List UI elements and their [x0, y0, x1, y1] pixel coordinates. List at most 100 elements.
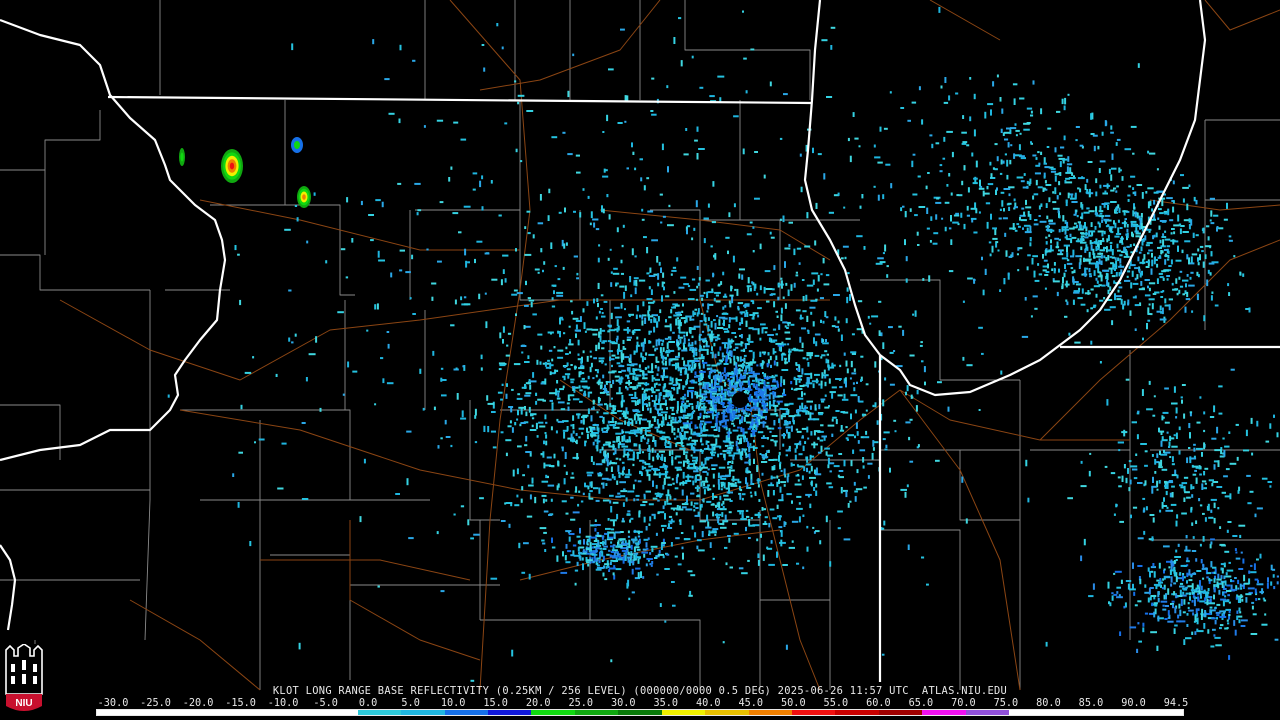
echo-pixel	[1158, 272, 1163, 275]
echo-pixel	[826, 96, 833, 98]
echo-pixel	[1141, 192, 1144, 199]
echo-pixel	[975, 208, 978, 214]
echo-pixel	[1178, 289, 1181, 294]
echo-pixel	[1248, 570, 1251, 574]
echo-pixel	[817, 437, 820, 440]
echo-pixel	[1111, 153, 1114, 160]
echo-pixel	[867, 475, 870, 479]
echo-pixel	[719, 523, 725, 525]
echo-pixel	[505, 452, 508, 457]
echo-pixel	[746, 233, 752, 236]
echo-pixel	[1117, 257, 1120, 262]
echo-pixel	[568, 325, 571, 328]
echo-pixel	[1170, 503, 1177, 506]
echo-pixel	[1127, 583, 1130, 590]
echo-pixel	[645, 382, 648, 387]
echo-pixel	[1173, 569, 1176, 577]
echo-pixel	[1223, 475, 1228, 478]
echo-pixel	[1077, 283, 1082, 286]
echo-pixel	[1175, 576, 1178, 583]
echo-pixel	[979, 179, 981, 187]
echo-pixel	[643, 403, 648, 406]
echo-pixel	[1092, 134, 1098, 137]
echo-pixel	[1017, 247, 1020, 251]
echo-pixel	[561, 318, 564, 321]
echo-pixel	[904, 239, 906, 246]
echo-pixel	[1082, 238, 1085, 242]
echo-pixel	[1105, 246, 1108, 253]
echo-pixel	[806, 426, 809, 433]
echo-pixel	[1147, 319, 1151, 322]
echo-pixel	[782, 408, 788, 411]
echo-pixel	[550, 426, 553, 431]
echo-pixel	[658, 383, 661, 386]
echo-pixel	[695, 352, 698, 356]
echo-pixel	[702, 361, 708, 364]
echo-pixel	[987, 183, 994, 186]
echo-pixel	[762, 361, 765, 364]
echo-pixel	[632, 410, 639, 412]
echo-pixel	[522, 474, 525, 477]
echo-pixel	[796, 562, 800, 565]
echo-pixel	[628, 539, 631, 547]
echo-pixel	[1162, 277, 1165, 281]
echo-pixel	[695, 298, 698, 301]
echo-pixel	[1164, 618, 1168, 620]
echo-pixel	[815, 467, 818, 474]
echo-pixel	[1153, 602, 1158, 605]
echo-pixel	[746, 404, 751, 407]
echo-pixel	[551, 465, 555, 468]
echo-pixel	[787, 343, 790, 346]
echo-pixel	[795, 362, 798, 366]
echo-pixel	[611, 473, 614, 479]
echo-pixel	[846, 368, 849, 374]
echo-pixel	[1098, 222, 1101, 228]
echo-pixel	[525, 325, 531, 328]
echo-pixel	[882, 342, 885, 349]
echo-pixel	[883, 520, 886, 526]
echo-pixel	[1084, 236, 1089, 239]
echo-pixel	[1211, 482, 1214, 487]
echo-pixel	[761, 456, 769, 459]
echo-pixel	[1228, 239, 1233, 242]
echo-pixel	[1044, 166, 1050, 169]
echo-pixel	[1096, 280, 1099, 284]
echo-pixel	[661, 360, 664, 364]
echo-pixel	[1053, 267, 1056, 274]
echo-pixel	[752, 406, 757, 409]
echo-pixel	[736, 447, 739, 450]
echo-pixel	[249, 541, 252, 547]
echo-pixel	[784, 404, 789, 407]
echo-pixel	[1069, 167, 1072, 174]
echo-pixel	[547, 359, 550, 362]
echo-pixel	[671, 460, 674, 466]
echo-pixel	[865, 409, 868, 412]
echo-pixel	[1002, 160, 1005, 164]
echo-pixel	[675, 311, 682, 314]
echo-pixel	[1065, 181, 1073, 184]
echo-pixel	[681, 429, 684, 432]
echo-pixel	[1144, 450, 1148, 453]
echo-pixel	[1225, 572, 1228, 576]
echo-pixel	[828, 378, 831, 384]
echo-pixel	[450, 166, 453, 170]
echo-pixel	[1066, 262, 1073, 265]
echo-pixel	[1153, 234, 1156, 238]
echo-pixel	[1158, 466, 1163, 469]
echo-pixel	[524, 444, 528, 447]
echo-pixel	[609, 358, 615, 361]
echo-pixel	[750, 494, 753, 498]
echo-pixel	[1115, 233, 1122, 235]
echo-pixel	[817, 274, 820, 282]
echo-pixel	[1199, 504, 1203, 507]
echo-pixel	[730, 317, 737, 320]
echo-pixel	[1185, 283, 1187, 288]
echo-pixel	[742, 388, 748, 390]
echo-pixel	[633, 443, 636, 447]
echo-pixel	[992, 237, 998, 240]
echo-pixel	[754, 513, 760, 516]
echo-pixel	[771, 435, 778, 437]
echo-pixel	[520, 408, 523, 415]
echo-pixel	[1223, 575, 1226, 580]
echo-pixel	[781, 354, 784, 361]
